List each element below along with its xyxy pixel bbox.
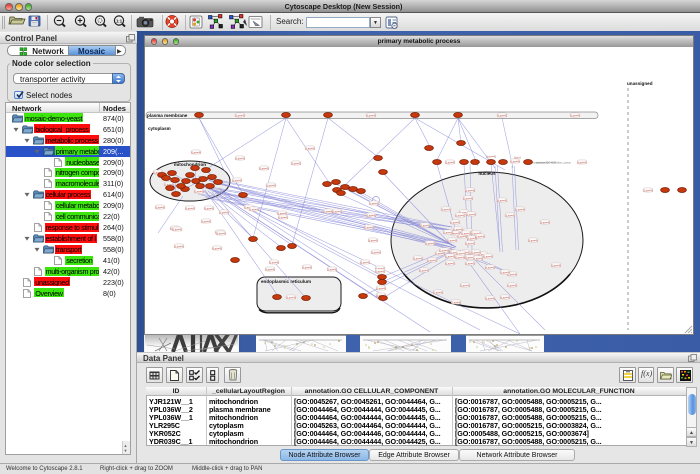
svg-text:[Lev=4]: [Lev=4] [505,213,514,217]
svg-text:[Lev=4]: [Lev=4] [278,215,287,219]
svg-text:[Lev=4]: [Lev=4] [368,238,377,242]
svg-text:[Lev=4]: [Lev=4] [191,150,200,154]
svg-text:[Lev=4]: [Lev=4] [475,234,484,238]
svg-text:[Lev=4]: [Lev=4] [447,238,456,242]
svg-text:[Lev=4]: [Lev=4] [302,265,311,269]
svg-text:[Lev=4]: [Lev=4] [497,113,506,117]
svg-text:[Lev=4]: [Lev=4] [269,260,278,264]
svg-text:[Lev=4]: [Lev=4] [376,286,385,290]
svg-text:endoplasmic reticulum: endoplasmic reticulum [261,279,311,284]
svg-text:[Lev=4]: [Lev=4] [500,295,509,299]
svg-text:[Lev=4]: [Lev=4] [465,241,474,245]
svg-text:[Lev=4]: [Lev=4] [445,254,454,258]
svg-text:[Lev=4]: [Lev=4] [259,166,268,170]
svg-text:[Lev=4]: [Lev=4] [500,270,509,274]
svg-text:[Lev=4]: [Lev=4] [286,295,295,299]
svg-text:1:1: 1:1 [116,18,123,23]
svg-text:[Lev=4]: [Lev=4] [643,188,652,192]
svg-text:[Lev=4]: [Lev=4] [420,223,429,227]
svg-text:[Lev=4]: [Lev=4] [460,283,469,287]
svg-text:[Lev=4]: [Lev=4] [216,231,225,235]
svg-text:[Lev=4]: [Lev=4] [570,113,579,117]
svg-text:[Lev=4]: [Lev=4] [201,219,210,223]
svg-text:[Lev=4]: [Lev=4] [445,160,454,164]
svg-text:[Lev=4]: [Lev=4] [455,255,464,259]
svg-text:[Lev=4]: [Lev=4] [185,206,194,210]
svg-text:[Lev=4]: [Lev=4] [528,238,537,242]
svg-text:[Lev=4]: [Lev=4] [360,260,369,264]
svg-text:[Lev=4]: [Lev=4] [465,261,474,265]
svg-text:[Lev=4]: [Lev=4] [461,231,470,235]
svg-text:[Lev=4]: [Lev=4] [212,246,221,250]
svg-text:[Lev=4]: [Lev=4] [219,210,228,214]
svg-text:[Lev=4]: [Lev=4] [473,256,482,260]
svg-text:[Lev=4]: [Lev=4] [364,225,373,229]
svg-text:plasma membrane: plasma membrane [147,113,188,118]
svg-text:[Lev=4]: [Lev=4] [540,220,549,224]
svg-text:nucleus: nucleus [478,171,496,176]
svg-text:[Lev=4]: [Lev=4] [327,267,336,271]
svg-text:[Lev=4]: [Lev=4] [443,230,452,234]
svg-text:[Lev=4]: [Lev=4] [291,161,300,165]
svg-text:mitochondrion: mitochondrion [174,162,206,167]
svg-text:[Lev=4]: [Lev=4] [172,227,181,231]
svg-text:unassigned: unassigned [627,81,653,86]
svg-text:[Lev=4]: [Lev=4] [456,251,465,255]
svg-text:[Lev=4]: [Lev=4] [485,296,494,300]
svg-text:[Lev=4]: [Lev=4] [455,213,464,217]
svg-text:[Lev=4]: [Lev=4] [451,300,460,304]
svg-text:[Lev=4]: [Lev=4] [577,160,586,164]
svg-text:[Lev=4]: [Lev=4] [441,207,450,211]
svg-text:[Lev=4]: [Lev=4] [235,156,244,160]
svg-text:[Lev=4]: [Lev=4] [413,256,422,260]
svg-text:[Lev=4]: [Lev=4] [425,241,434,245]
svg-text:[Lev=4]: [Lev=4] [427,258,436,262]
svg-text:[Lev=4]: [Lev=4] [265,267,274,271]
svg-text:[Lev=4]: [Lev=4] [433,290,442,294]
svg-text:cytoplasm: cytoplasm [148,126,171,131]
svg-text:[Lev=4]: [Lev=4] [232,178,241,182]
svg-text:[Lev=4]: [Lev=4] [551,263,560,267]
svg-text:[Lev=4]: [Lev=4] [194,189,203,193]
svg-text:[Lev=4]: [Lev=4] [507,283,516,287]
svg-text:[Lev=4]: [Lev=4] [497,198,506,202]
svg-text:[Lev=4]: [Lev=4] [332,209,341,213]
svg-text:[Lev=4]: [Lev=4] [369,201,378,205]
svg-text:[Lev=4]: [Lev=4] [483,254,492,258]
svg-text:[Lev=4]: [Lev=4] [174,244,183,248]
svg-text:[Lev=4]: [Lev=4] [371,250,380,254]
svg-text:[Lev=4]: [Lev=4] [471,250,480,254]
svg-text:[Lev=4]: [Lev=4] [266,183,275,187]
svg-text:[Lev=4]: [Lev=4] [439,248,448,252]
svg-text:[Lev=4]: [Lev=4] [485,265,494,269]
svg-text:[Lev=4]: [Lev=4] [515,207,524,211]
svg-text:[Lev=4]: [Lev=4] [235,113,244,117]
svg-text:[Lev=4]: [Lev=4] [445,261,454,265]
svg-text:[Lev=4]: [Lev=4] [366,113,375,117]
svg-text:[Lev=4]: [Lev=4] [366,213,375,217]
svg-text:[Lev=4]: [Lev=4] [510,159,519,163]
svg-text:[Lev=4]: [Lev=4] [419,268,428,272]
svg-text:[Lev=4]: [Lev=4] [305,146,314,150]
svg-text:[Lev=4]: [Lev=4] [465,188,474,192]
svg-text:[Lev=4]: [Lev=4] [450,220,459,224]
svg-text:[Lev=4]: [Lev=4] [204,206,213,210]
svg-text:[Lev=4]: [Lev=4] [375,269,384,273]
svg-text:annotation.GO=cellular_comp: annotation.GO=cellular_comp [531,161,571,165]
svg-text:[Lev=4]: [Lev=4] [466,212,475,216]
svg-text:[Lev=4]: [Lev=4] [155,205,164,209]
svg-text:[Lev=4]: [Lev=4] [249,207,258,211]
svg-text:[Lev=4]: [Lev=4] [463,196,472,200]
